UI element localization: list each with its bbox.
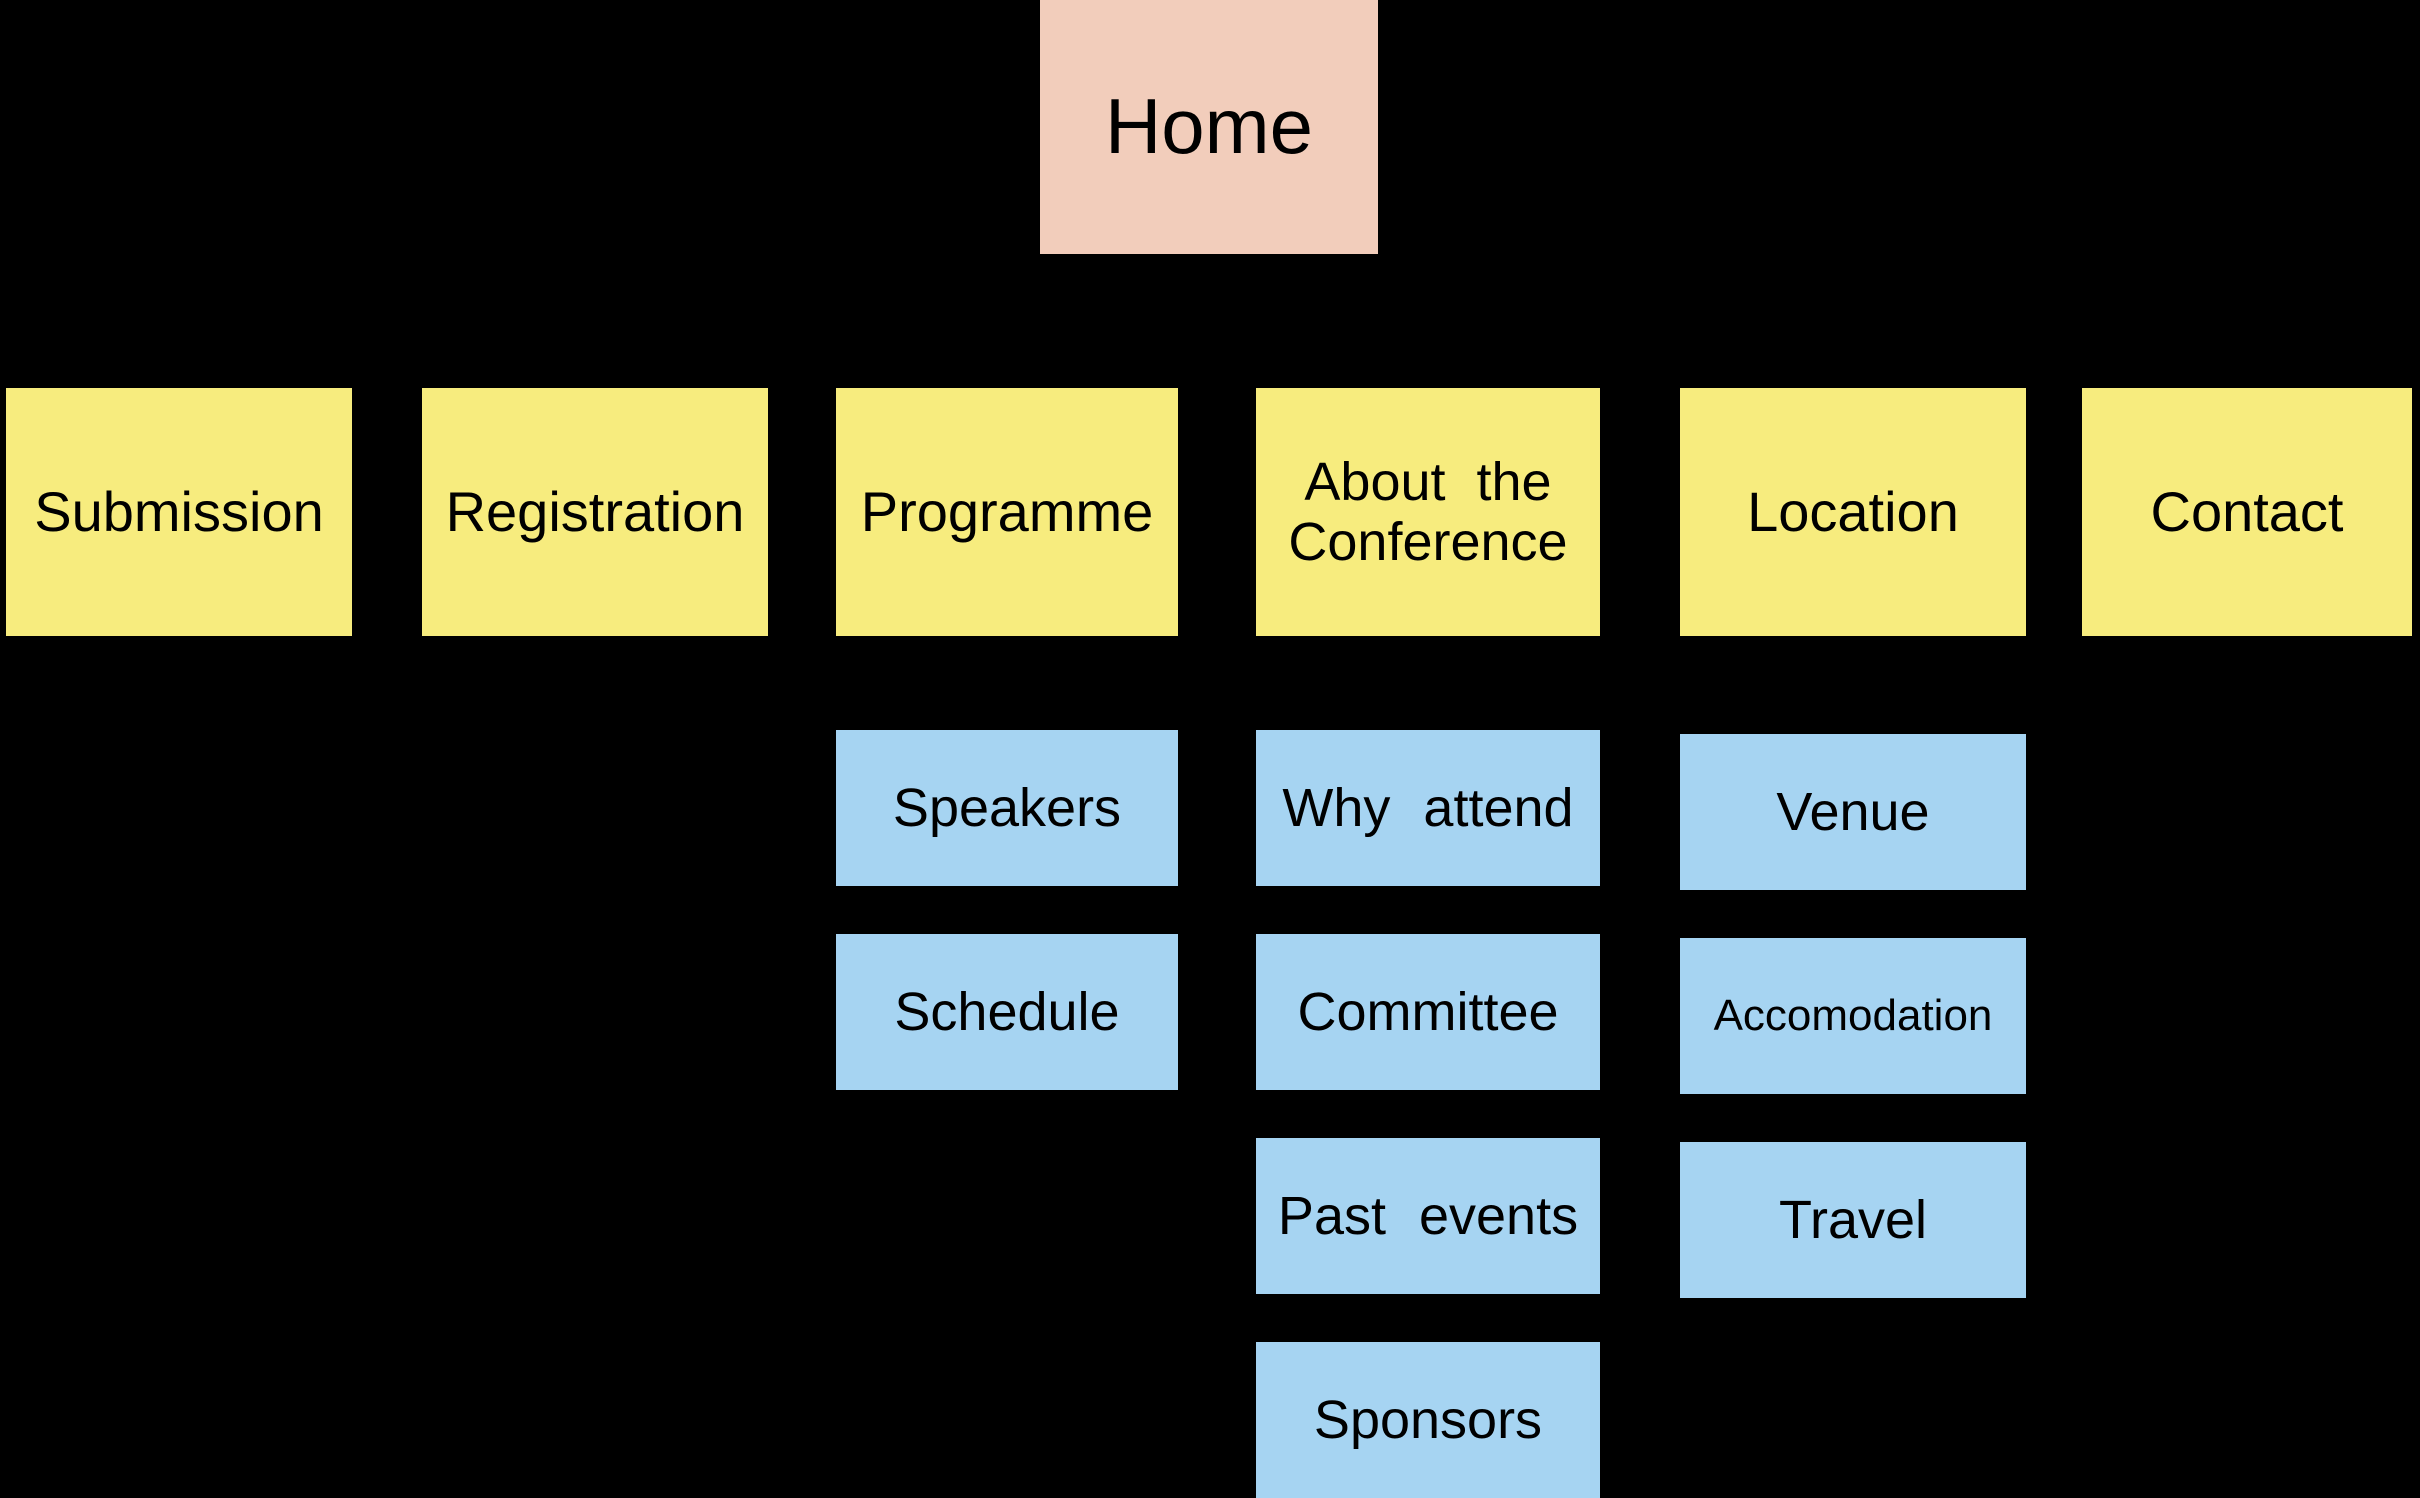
- sitemap-node-programme-label: Programme: [860, 479, 1154, 543]
- sitemap-node-speakers[interactable]: Speakers: [836, 730, 1178, 886]
- sitemap-node-contact[interactable]: Contact: [2082, 388, 2412, 636]
- sitemap-node-contact-label: Contact: [2150, 479, 2344, 543]
- sitemap-node-accomodation[interactable]: Accomodation: [1680, 938, 2026, 1094]
- sitemap-node-submission[interactable]: Submission: [6, 388, 352, 636]
- sitemap-node-programme[interactable]: Programme: [836, 388, 1178, 636]
- sitemap-node-sponsors[interactable]: Sponsors: [1256, 1342, 1600, 1498]
- sitemap-node-location-label: Location: [1747, 479, 1959, 543]
- sitemap-node-schedule[interactable]: Schedule: [836, 934, 1178, 1090]
- sitemap-node-travel-label: Travel: [1778, 1189, 1928, 1250]
- sitemap-node-accomodation-label: Accomodation: [1713, 991, 1993, 1041]
- sitemap-node-about-the-conference-label-line-1: About the: [1304, 451, 1552, 512]
- sitemap-node-why-attend-label: Why attend: [1282, 777, 1574, 838]
- sitemap-node-submission-label: Submission: [34, 479, 324, 543]
- sitemap-node-schedule-label: Schedule: [894, 981, 1120, 1042]
- sitemap-node-home[interactable]: Home: [1040, 0, 1378, 254]
- sitemap-canvas: Home Submission Registration Programme A…: [0, 0, 2420, 1498]
- sitemap-node-committee-label: Committee: [1297, 981, 1559, 1042]
- sitemap-node-past-events-label: Past events: [1277, 1185, 1579, 1246]
- sitemap-node-location[interactable]: Location: [1680, 388, 2026, 636]
- sitemap-node-venue[interactable]: Venue: [1680, 734, 2026, 890]
- sitemap-node-sponsors-label: Sponsors: [1313, 1389, 1543, 1450]
- sitemap-node-speakers-label: Speakers: [892, 777, 1122, 838]
- sitemap-node-venue-label: Venue: [1776, 781, 1930, 842]
- sitemap-node-registration[interactable]: Registration: [422, 388, 768, 636]
- sitemap-node-past-events[interactable]: Past events: [1256, 1138, 1600, 1294]
- sitemap-node-about-the-conference-label-line-2: Conference: [1288, 512, 1568, 572]
- sitemap-node-travel[interactable]: Travel: [1680, 1142, 2026, 1298]
- sitemap-node-about-the-conference[interactable]: About the Conference: [1256, 388, 1600, 636]
- sitemap-node-registration-label: Registration: [445, 479, 745, 543]
- sitemap-node-home-label: Home: [1104, 82, 1314, 171]
- sitemap-node-committee[interactable]: Committee: [1256, 934, 1600, 1090]
- sitemap-node-why-attend[interactable]: Why attend: [1256, 730, 1600, 886]
